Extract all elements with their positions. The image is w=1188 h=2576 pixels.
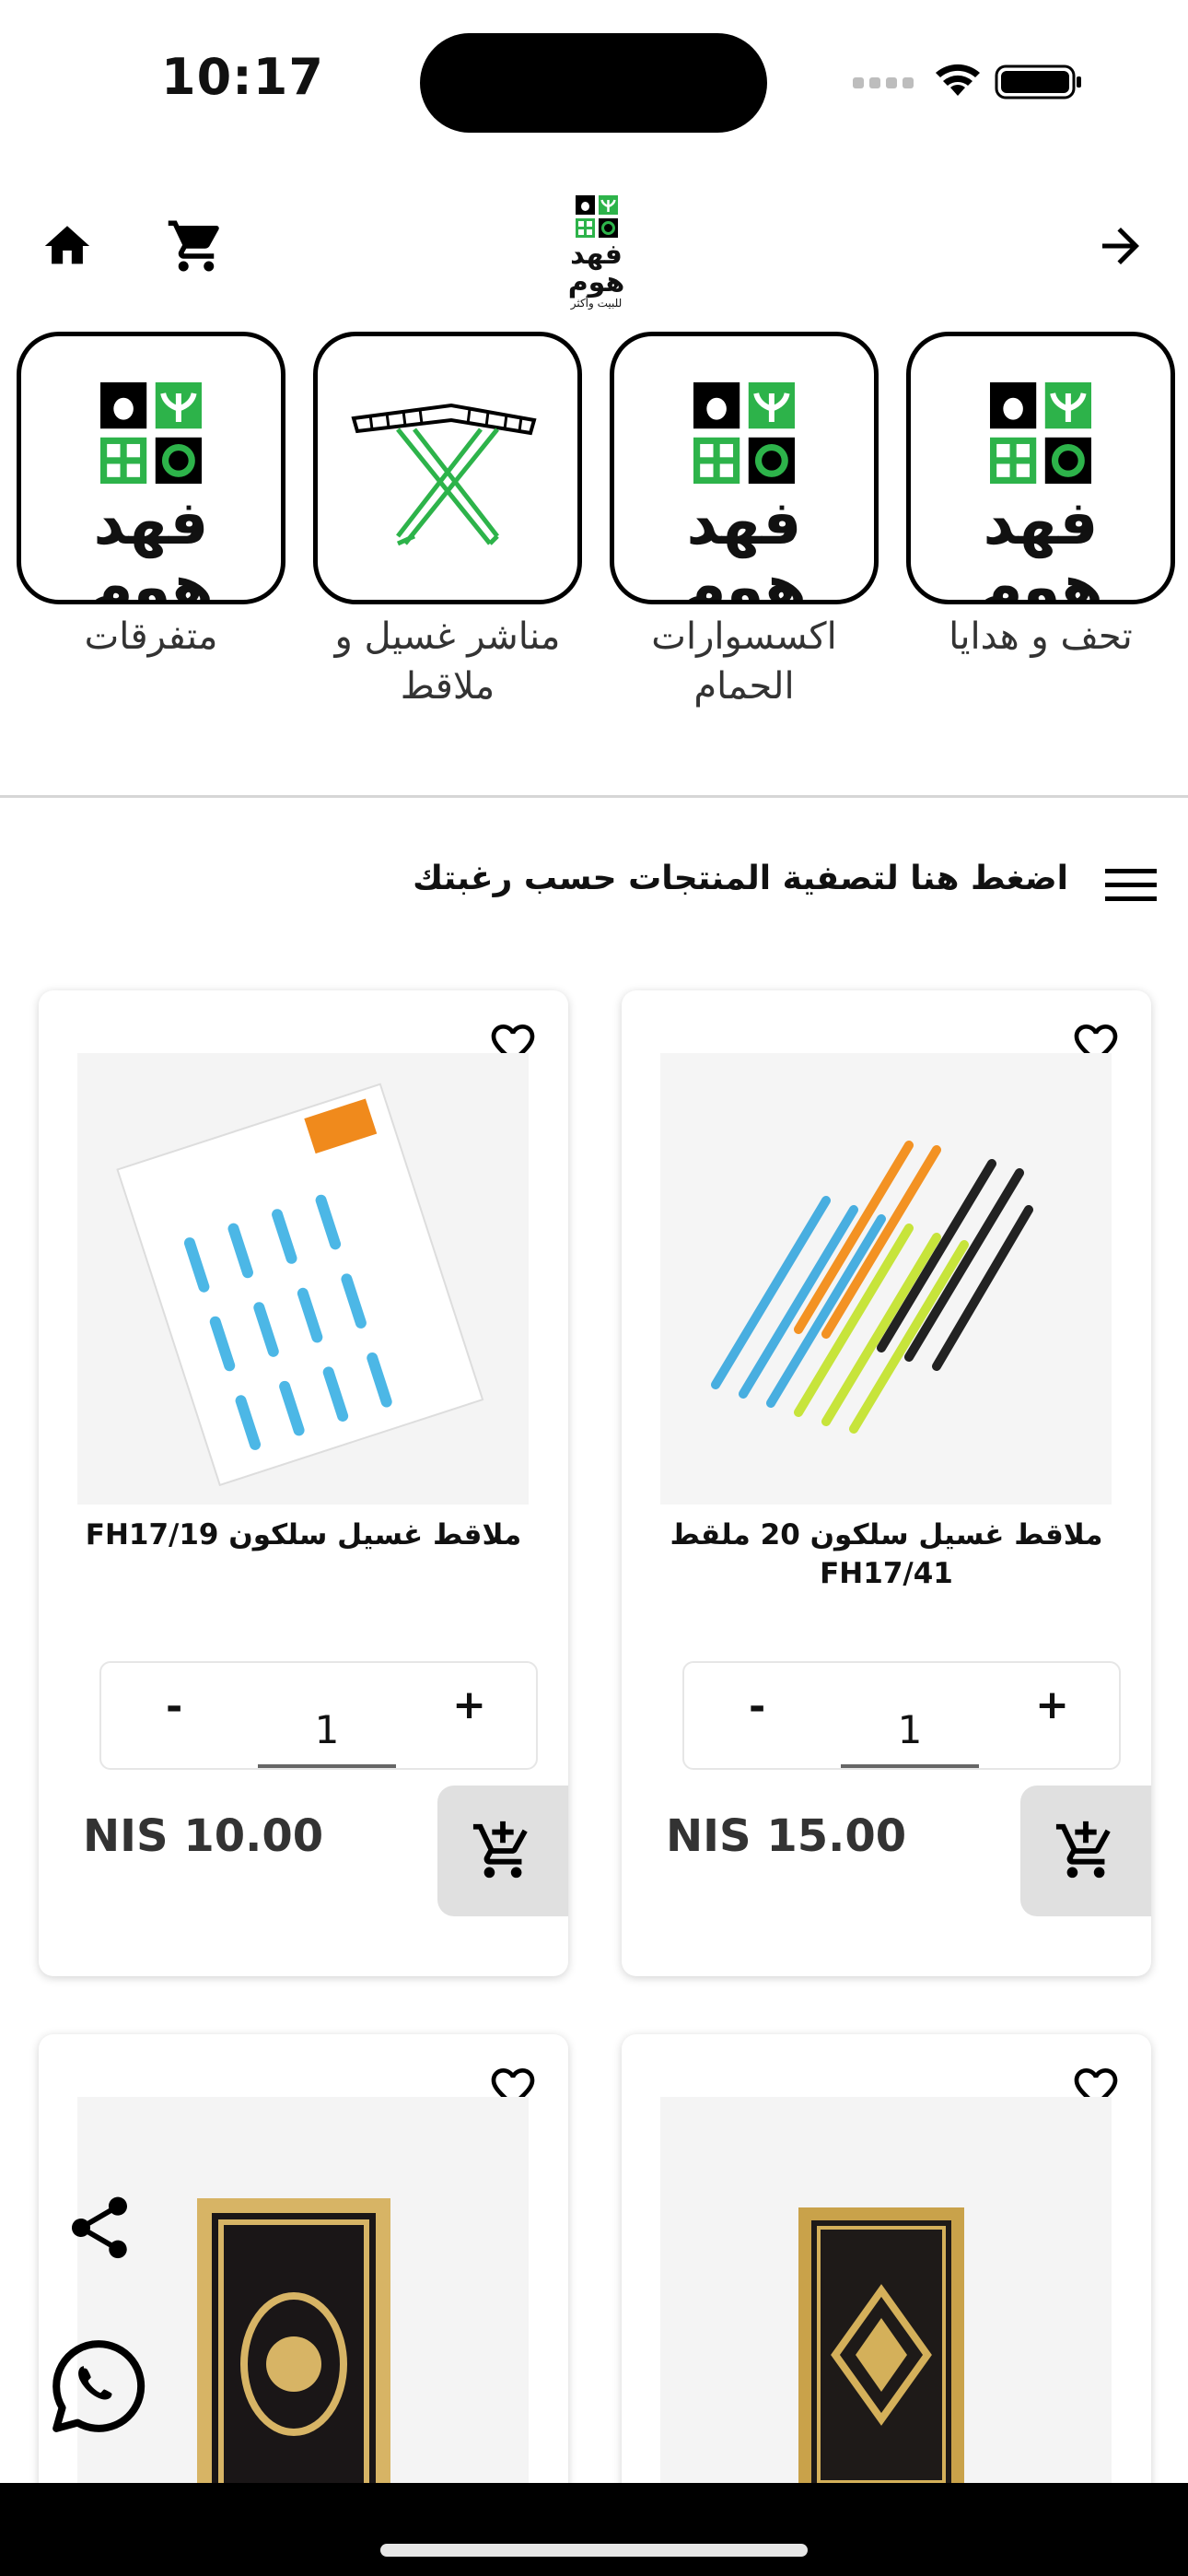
home-indicator[interactable] [380, 2544, 808, 2557]
brand-logo-icon [693, 382, 795, 484]
category-label: متفرقات [84, 615, 218, 658]
category-item[interactable]: فهد هوم تحف و هدايا [904, 332, 1177, 662]
brand-logo-title: فهد هوم [681, 487, 809, 604]
back-button[interactable] [1079, 205, 1162, 287]
add-to-cart-button[interactable] [1020, 1786, 1151, 1916]
app-header: فهد هوم للبيت وأكثر [0, 184, 1188, 310]
filter-bar[interactable]: اضغط هنا لتصفية المنتجات حسب رغبتك [0, 852, 1188, 917]
decrease-quantity-button[interactable]: - [749, 1683, 765, 1730]
category-label: تحف و هدايا [949, 615, 1133, 658]
status-bar: 10:17 [0, 0, 1188, 161]
brand-logo-icon [100, 382, 202, 484]
product-card[interactable]: ملاقط غسيل سلكون FH17/19 - 1 + NIS 10.00 [39, 990, 568, 1976]
category-image: فهد هوم [906, 332, 1175, 604]
brand-logo: فهد هوم للبيت وأكثر [539, 195, 654, 310]
decrease-quantity-button[interactable]: - [166, 1683, 182, 1730]
product-name[interactable]: ملاقط غسيل سلكون 20 ملقط FH17/41 [649, 1516, 1124, 1593]
home-button[interactable] [26, 205, 109, 287]
add-shopping-cart-icon [472, 1821, 528, 1879]
category-item[interactable]: فهد هوم اكسسوارات الحمام [608, 332, 880, 711]
brand-logo-title: فهد هوم [978, 487, 1105, 604]
category-label: مناشر غسيل و ملاقط [334, 615, 561, 708]
status-icons [847, 59, 1087, 103]
quantity-input[interactable]: 1 [841, 1707, 979, 1752]
category-item[interactable]: فهد هوم متفرقات [15, 332, 287, 662]
battery-icon [995, 64, 1081, 100]
product-card[interactable]: ملاقط غسيل سلكون 20 ملقط FH17/41 - 1 + N… [622, 990, 1151, 1976]
quran-book-photo [660, 2097, 1112, 2548]
cellular-signal-icon [853, 77, 914, 88]
product-name[interactable]: ملاقط غسيل سلكون FH17/19 [66, 1516, 541, 1554]
brand-logo-subtitle: للبيت وأكثر [570, 297, 623, 310]
cart-icon [168, 220, 219, 272]
product-image[interactable] [77, 1053, 529, 1505]
brand-logo-icon [575, 195, 618, 238]
quantity-stepper: - 1 + [682, 1661, 1121, 1770]
menu-icon[interactable] [1103, 863, 1159, 907]
quantity-underline [841, 1764, 979, 1768]
category-image [313, 332, 582, 604]
clothespins-photo [660, 1053, 1112, 1505]
quantity-underline [258, 1764, 396, 1768]
category-label: اكسسوارات الحمام [651, 615, 837, 708]
quantity-input[interactable]: 1 [258, 1707, 396, 1752]
whatsapp-button[interactable] [48, 2336, 149, 2437]
add-to-cart-button[interactable] [437, 1786, 568, 1916]
dynamic-island [420, 33, 767, 133]
category-image: فهد هوم [17, 332, 285, 604]
home-icon [44, 226, 90, 264]
increase-quantity-button[interactable]: + [1035, 1681, 1069, 1728]
product-image[interactable] [660, 2097, 1112, 2548]
increase-quantity-button[interactable]: + [452, 1681, 486, 1728]
brand-logo-large: فهد هوم [614, 382, 874, 604]
quran-book-photo [77, 2097, 529, 2548]
category-item[interactable]: مناشر غسيل و ملاقط [311, 332, 584, 711]
arrow-right-icon [1102, 228, 1139, 264]
section-divider [0, 795, 1188, 798]
drying-rack-icon [351, 403, 537, 546]
bottom-system-bar [0, 2483, 1188, 2576]
share-icon [72, 2196, 127, 2259]
product-image[interactable] [660, 1053, 1112, 1505]
brand-logo-icon [990, 382, 1091, 484]
brand-logo-large: فهد هوم [911, 382, 1171, 604]
category-image: فهد هوم [610, 332, 879, 604]
brand-logo-title: فهد هوم [567, 239, 625, 299]
quantity-stepper: - 1 + [99, 1661, 538, 1770]
bag-clips-photo [77, 1053, 529, 1505]
share-button[interactable] [63, 2191, 136, 2265]
brand-logo-title: فهد هوم [88, 487, 215, 604]
status-time: 10:17 [161, 48, 324, 106]
category-strip: فهد هوم تحف و هدايا فهد هوم اكسسوارات ال… [0, 332, 1188, 719]
product-price: NIS 10.00 [83, 1810, 324, 1862]
product-price: NIS 15.00 [666, 1810, 907, 1862]
wifi-icon [936, 64, 980, 96]
product-image[interactable] [77, 2097, 529, 2548]
whatsapp-icon [52, 2340, 146, 2432]
filter-label[interactable]: اضغط هنا لتصفية المنتجات حسب رغبتك [413, 860, 1068, 897]
brand-logo-large: فهد هوم [21, 382, 281, 604]
cart-button[interactable] [155, 205, 238, 287]
add-shopping-cart-icon [1055, 1821, 1111, 1879]
